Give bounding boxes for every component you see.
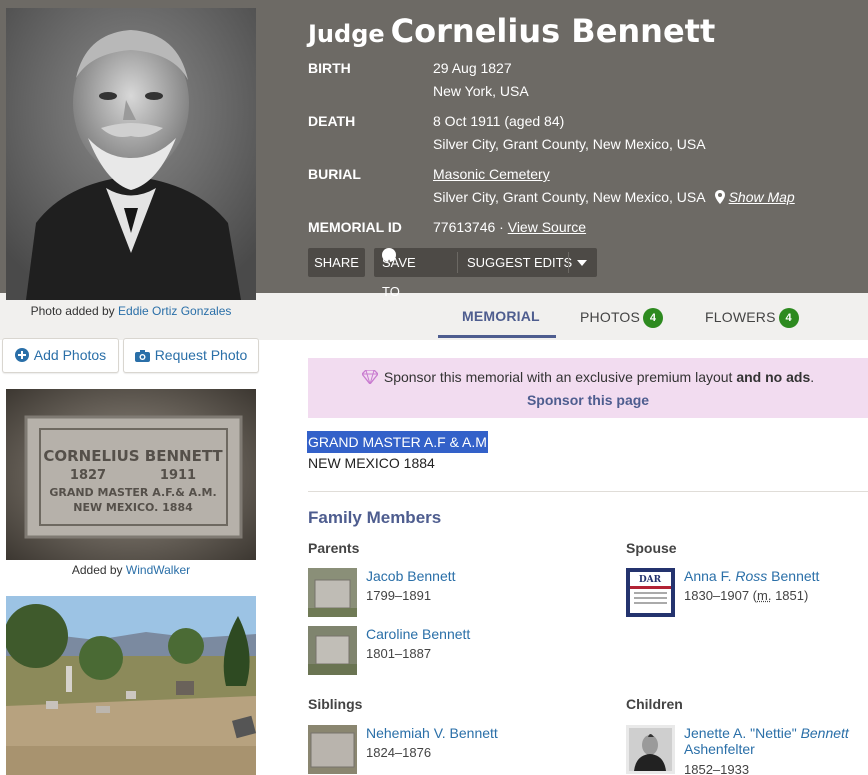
name-prefix: Judge	[308, 20, 385, 48]
siblings-label: Siblings	[308, 696, 362, 712]
birth-value: 29 Aug 1827 New York, USA	[433, 57, 529, 103]
member-dates: 1830–1907 (m. 1851)	[684, 588, 808, 603]
credit-label: Added by	[72, 563, 123, 577]
photo-credit-label: Photo added by	[31, 304, 115, 318]
memorial-id: 77613746 ·	[433, 219, 504, 235]
profile-photo[interactable]	[6, 8, 256, 300]
member-name[interactable]: Caroline Bennett	[366, 626, 470, 642]
save-to-label: SAVE TO	[382, 248, 416, 306]
tab-memorial[interactable]: MEMORIAL	[462, 308, 540, 324]
sponsor-text: Sponsor this memorial with an exclusive …	[308, 369, 868, 387]
active-tab-indicator	[438, 335, 556, 338]
headstone-thumbnail	[308, 626, 357, 675]
sponsor-link[interactable]: Sponsor this page	[308, 392, 868, 408]
spouse-dates: 1830–1907 (	[684, 588, 757, 603]
memorial-id-label: MEMORIAL ID	[308, 219, 402, 235]
name-main: Cornelius Bennett	[391, 12, 716, 50]
headstone-line-death: 1911	[160, 468, 196, 483]
cemetery-photo[interactable]	[6, 596, 256, 775]
dropdown-caret-icon[interactable]	[577, 260, 587, 266]
credit-link[interactable]: WindWalker	[126, 563, 190, 577]
child-last-name: Ashenfelter	[684, 741, 755, 757]
death-date: 8 Oct 1911 (aged 84)	[433, 110, 706, 133]
map-pin-icon	[715, 188, 725, 211]
sponsor-message: Sponsor this memorial with an exclusive …	[384, 369, 733, 385]
member-name[interactable]: Anna F. Ross Bennett	[684, 568, 819, 584]
spouse-maiden-name: Ross	[735, 568, 767, 584]
death-place: Silver City, Grant County, New Mexico, U…	[433, 133, 706, 156]
spouse-first-name: Anna F.	[684, 568, 731, 584]
camera-icon	[135, 341, 150, 374]
burial-place: Silver City, Grant County, New Mexico, U…	[433, 189, 705, 205]
death-value: 8 Oct 1911 (aged 84) Silver City, Grant …	[433, 110, 706, 156]
married-abbr: m.	[757, 588, 771, 603]
burial-value: Masonic Cemetery Silver City, Grant Coun…	[433, 163, 795, 211]
inscription-line-2: NEW MEXICO 1884	[308, 455, 435, 471]
memorial-name: Judge Cornelius Bennett	[308, 12, 715, 50]
share-button[interactable]: SHARE	[308, 248, 365, 277]
dar-badge-text: DAR	[639, 575, 662, 585]
child-first-name: Jenette A. "Nettie"	[684, 725, 797, 741]
member-dates: 1801–1887	[366, 646, 431, 661]
spouse-last-name: Bennett	[771, 568, 819, 584]
family-members-heading: Family Members	[308, 508, 441, 528]
member-dates: 1852–1933	[684, 762, 749, 775]
spouse-label: Spouse	[626, 540, 677, 556]
suggest-edits-button[interactable]: SUGGEST EDITS	[467, 248, 572, 277]
tab-flowers[interactable]: FLOWERS 4	[705, 308, 799, 328]
burial-label: BURIAL	[308, 166, 361, 182]
tab-photos[interactable]: PHOTOS 4	[580, 308, 663, 328]
headstone-photo[interactable]: CORNELIUS BENNETT 1827 1911 GRAND MASTER…	[6, 389, 256, 560]
sponsor-banner: Sponsor this memorial with an exclusive …	[308, 358, 868, 418]
request-photo-button[interactable]: Request Photo	[123, 338, 259, 373]
married-year: 1851)	[771, 588, 808, 603]
children-label: Children	[626, 696, 683, 712]
dar-badge-thumbnail: DAR	[626, 568, 675, 617]
diamond-icon	[362, 370, 378, 387]
photo-credit: Photo added by Eddie Ortiz Gonzales	[0, 304, 262, 318]
portrait-thumbnail	[626, 725, 675, 774]
member-dates: 1824–1876	[366, 745, 431, 760]
member-name[interactable]: Jenette A. "Nettie" Bennett Ashenfelter	[684, 725, 849, 757]
memorial-id-value: 77613746 · View Source	[433, 216, 586, 239]
plus-circle-icon	[15, 341, 29, 374]
death-label: DEATH	[308, 113, 355, 129]
parents-label: Parents	[308, 540, 359, 556]
headstone-line-place: NEW MEXICO. 1884	[73, 501, 193, 514]
member-dates: 1799–1891	[366, 588, 431, 603]
birth-date: 29 Aug 1827	[433, 57, 529, 80]
action-button-group: + SAVE TO SUGGEST EDITS	[374, 248, 597, 277]
request-photo-label: Request Photo	[155, 347, 248, 363]
headstone-line-title: GRAND MASTER A.F.& A.M.	[49, 486, 216, 499]
headstone-line-birth: 1827	[70, 468, 106, 483]
child-maiden-name: Bennett	[801, 725, 849, 741]
photo-credit-link[interactable]: Eddie Ortiz Gonzales	[118, 304, 231, 318]
tab-photos-label: PHOTOS	[580, 309, 640, 325]
cemetery-link[interactable]: Masonic Cemetery	[433, 166, 550, 182]
birth-place: New York, USA	[433, 80, 529, 103]
headstone-thumbnail	[308, 725, 357, 774]
headstone-line-name: CORNELIUS BENNETT	[43, 447, 223, 465]
photos-count-badge: 4	[643, 308, 663, 328]
flowers-count-badge: 4	[779, 308, 799, 328]
sponsor-period: .	[810, 369, 814, 385]
tab-flowers-label: FLOWERS	[705, 309, 776, 325]
button-divider	[457, 252, 458, 273]
section-divider	[308, 491, 868, 492]
button-divider	[568, 252, 569, 273]
headstone-thumbnail	[308, 568, 357, 617]
inscription-line-1: GRAND MASTER A.F & A.M	[307, 431, 488, 453]
sponsor-bold: and no ads	[736, 369, 810, 385]
birth-label: BIRTH	[308, 60, 351, 76]
member-name[interactable]: Jacob Bennett	[366, 568, 456, 584]
member-name[interactable]: Nehemiah V. Bennett	[366, 725, 498, 741]
show-map-link[interactable]: Show Map	[729, 189, 795, 205]
headstone-credit: Added by WindWalker	[0, 563, 262, 577]
view-source-link[interactable]: View Source	[508, 219, 586, 235]
add-photos-label: Add Photos	[34, 347, 106, 363]
add-photos-button[interactable]: Add Photos	[2, 338, 119, 373]
